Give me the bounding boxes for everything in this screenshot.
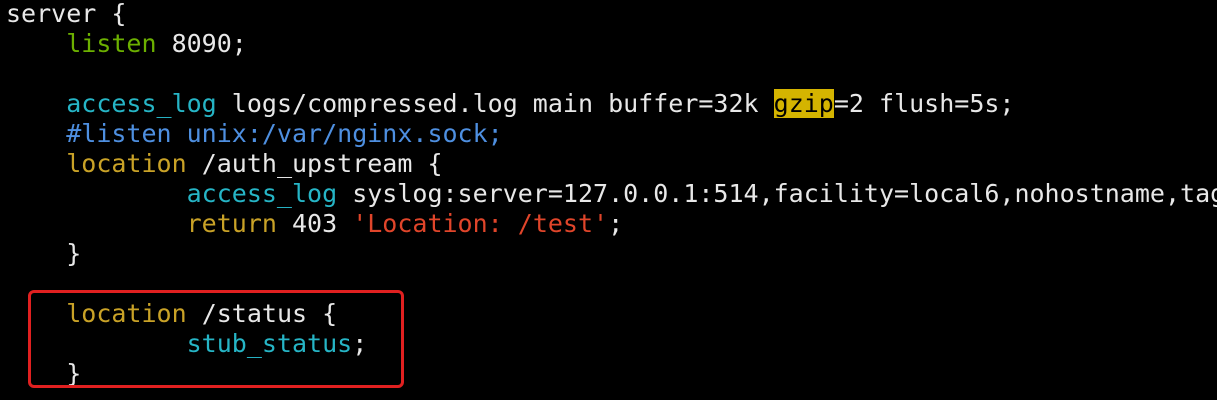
code-line: #listen unix:/var/nginx.sock; [6, 119, 1217, 149]
code-line: } [6, 239, 1217, 269]
code-token: ; [608, 209, 624, 238]
code-token: /auth_upstream { [186, 149, 443, 178]
code-line: access_log logs/compressed.log main buff… [6, 89, 1217, 119]
terminal-window[interactable]: server { listen 8090; access_log logs/co… [0, 0, 1217, 400]
code-line: location /auth_upstream { [6, 149, 1217, 179]
code-token: 'Location: /test' [352, 209, 609, 238]
code-token: location [66, 149, 187, 178]
code-token: } [66, 239, 82, 268]
code-line: listen 8090; [6, 29, 1217, 59]
code-token: =2 flush=5s; [833, 89, 1015, 118]
code-token: 8090; [156, 29, 247, 58]
code-line: access_log syslog:server=127.0.0.1:514,f… [6, 179, 1217, 209]
code-token: logs/compressed.log main buffer=32k [216, 89, 774, 118]
code-token: 403 [276, 209, 353, 238]
code-token: return [186, 209, 277, 238]
search-match-highlight: gzip [773, 89, 834, 118]
code-token: listen [66, 29, 157, 58]
code-token: #listen unix:/var/nginx.sock; [66, 119, 503, 148]
code-token: access_log [66, 89, 217, 118]
code-line: return 403 'Location: /test'; [6, 209, 1217, 239]
code-token: access_log [186, 179, 338, 208]
code-line: server { [6, 0, 1217, 29]
code-token: server { [6, 0, 127, 28]
code-token: syslog:server=127.0.0.1:514,facility=loc… [337, 179, 1217, 208]
annotation-box-status-location [28, 290, 404, 388]
